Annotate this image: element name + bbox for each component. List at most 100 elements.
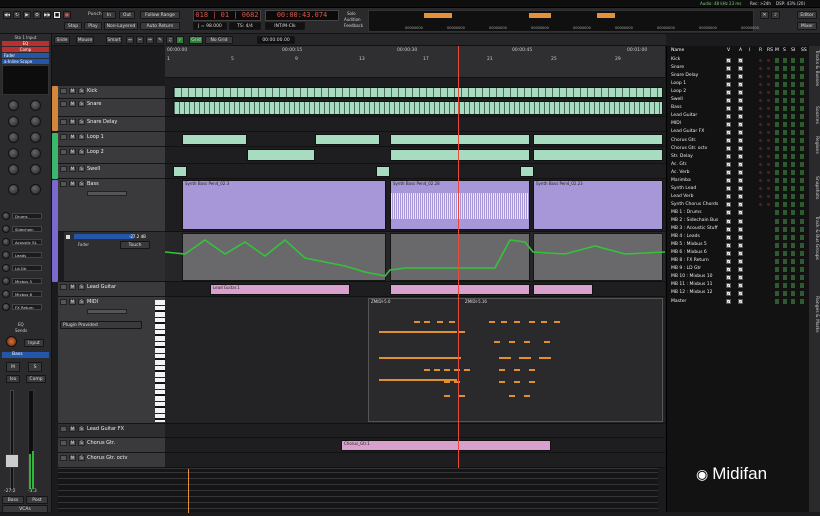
grid-button[interactable]: Grid <box>189 36 203 44</box>
rec-indicator[interactable] <box>759 187 762 191</box>
solo-safe-toggle[interactable] <box>800 73 804 79</box>
rec-safe-indicator[interactable] <box>767 82 770 86</box>
visible-checkbox[interactable]: ✓ <box>726 242 731 248</box>
list-row[interactable]: Master ✓ ✓ <box>667 298 810 306</box>
mute-toggle[interactable] <box>775 129 779 135</box>
midi-note[interactable] <box>524 395 530 397</box>
solo-safe-toggle[interactable] <box>800 274 804 280</box>
send-knob[interactable] <box>2 277 10 285</box>
solo-safe-toggle[interactable] <box>800 65 804 71</box>
solo-toggle[interactable] <box>783 105 787 111</box>
solo-isolate-toggle[interactable] <box>791 129 795 135</box>
visible-checkbox[interactable]: ✓ <box>726 282 731 288</box>
send-button[interactable]: Mixbus 6 <box>12 291 42 297</box>
region-lead-guitar-3[interactable] <box>533 284 593 295</box>
rec-safe-indicator[interactable] <box>767 147 770 151</box>
midi-note[interactable] <box>509 395 515 397</box>
rec-indicator[interactable] <box>759 90 762 94</box>
eq-knob-1[interactable] <box>8 100 19 111</box>
stretch-tool-icon[interactable]: ⇔ <box>146 36 154 44</box>
midi-note[interactable] <box>414 321 420 323</box>
solo-button[interactable]: S <box>78 455 85 461</box>
active-checkbox[interactable]: ✓ <box>738 178 743 184</box>
list-header-cell[interactable]: I <box>749 48 750 53</box>
region-loop2-a[interactable] <box>247 149 315 161</box>
bass-volume-slider[interactable] <box>87 191 127 196</box>
region-lead-guitar[interactable]: Lead Guitar.1 <box>210 284 350 295</box>
list-header-cell[interactable]: S <box>783 48 786 53</box>
draw-tool-icon[interactable]: ✎ <box>156 36 164 44</box>
mute-button[interactable]: M <box>69 440 76 446</box>
comp-knob-1[interactable] <box>8 184 19 195</box>
send-knob[interactable] <box>2 212 10 220</box>
solo-safe-toggle[interactable] <box>800 121 804 127</box>
region-loop2-b[interactable] <box>390 149 530 161</box>
solo-safe-toggle[interactable] <box>800 282 804 288</box>
visible-checkbox[interactable]: ✓ <box>726 138 731 143</box>
rec-safe-indicator[interactable] <box>767 122 770 126</box>
solo-toggle[interactable] <box>783 129 787 135</box>
solo-isolate-toggle[interactable] <box>791 97 795 103</box>
solo-button[interactable]: S <box>78 101 85 107</box>
list-row[interactable]: Str. Delay ✓ ✓ <box>667 153 810 161</box>
track-name[interactable]: Loop 1 <box>87 134 104 140</box>
mute-button[interactable]: M <box>69 299 76 305</box>
send-button[interactable]: Acoustic St. <box>12 239 42 245</box>
visible-checkbox[interactable]: ✓ <box>726 250 731 256</box>
eq-knob-9[interactable] <box>8 164 19 175</box>
solo-toggle[interactable] <box>783 210 787 216</box>
midi-note[interactable] <box>524 341 530 343</box>
midi-note[interactable] <box>449 357 461 359</box>
solo-isolate-toggle[interactable] <box>791 194 795 200</box>
list-row[interactable]: MB 12 : Mixbus 12 ✓ ✓ <box>667 289 810 297</box>
track-name[interactable]: Chorus Gtr. octv <box>87 455 127 461</box>
summary-pane[interactable] <box>58 468 658 513</box>
active-checkbox[interactable]: ✓ <box>738 299 743 304</box>
active-checkbox[interactable]: ✓ <box>738 290 743 296</box>
solo-toggle[interactable] <box>783 226 787 232</box>
solo-isolate-toggle[interactable] <box>791 218 795 224</box>
solo-toggle[interactable] <box>783 178 787 184</box>
active-checkbox[interactable]: ✓ <box>738 113 743 119</box>
list-row[interactable]: MIDI ✓ ✓ <box>667 120 810 128</box>
solo-isolate-toggle[interactable] <box>791 290 795 296</box>
track-header-kick[interactable]: M S Kick <box>58 86 165 99</box>
mute-button[interactable]: M <box>69 134 76 140</box>
tool-mouse[interactable]: Mouse <box>76 36 94 44</box>
solo-safe-toggle[interactable] <box>800 89 804 95</box>
midi-note[interactable] <box>449 321 455 323</box>
send-knob[interactable] <box>2 251 10 259</box>
active-checkbox[interactable]: ✓ <box>738 258 743 264</box>
solo-isolate-toggle[interactable] <box>791 186 795 192</box>
list-row[interactable]: MB 10 : Mixbus 10 ✓ ✓ <box>667 273 810 281</box>
visible-checkbox[interactable]: ✓ <box>726 57 731 63</box>
region-swell-a[interactable] <box>173 166 187 177</box>
midi-note[interactable] <box>429 331 435 333</box>
region-bass-2[interactable]: Synth Bass Pen4_02.28 <box>390 180 530 230</box>
track-name[interactable]: Lead Guitar FX <box>87 426 124 432</box>
solo-toggle[interactable] <box>783 73 787 79</box>
list-row[interactable]: MB 8 : FX Return ✓ ✓ <box>667 257 810 265</box>
mute-toggle[interactable] <box>775 258 779 264</box>
solo-toggle[interactable] <box>783 234 787 240</box>
midi-note[interactable] <box>514 321 520 323</box>
auto-return-button[interactable]: Auto Return <box>140 22 180 30</box>
loop-button[interactable]: ↻ <box>13 11 21 19</box>
sidebar-tab-5[interactable]: Ranges & Marks <box>810 296 819 332</box>
trim-knob[interactable] <box>6 336 17 347</box>
midi-note[interactable] <box>464 369 470 371</box>
region-loop1-d[interactable] <box>533 134 663 145</box>
punch-out-button[interactable]: Out <box>119 11 135 19</box>
list-row[interactable]: MB 9 : LD Gtr ✓ ✓ <box>667 265 810 273</box>
record-arm-button[interactable] <box>60 134 67 140</box>
solo-safe-toggle[interactable] <box>800 234 804 240</box>
track-header-chorus-gtr-octv[interactable]: M S Chorus Gtr. octv <box>58 453 165 468</box>
list-row[interactable]: Ac. Verb ✓ ✓ <box>667 169 810 177</box>
eq-knob-10[interactable] <box>30 164 41 175</box>
solo-safe-toggle[interactable] <box>800 162 804 168</box>
visible-checkbox[interactable]: ✓ <box>726 266 731 272</box>
solo-isolate-toggle[interactable] <box>791 81 795 87</box>
solo-isolate-toggle[interactable] <box>791 202 795 208</box>
midi-note[interactable] <box>434 369 440 371</box>
rec-safe-indicator[interactable] <box>767 130 770 134</box>
